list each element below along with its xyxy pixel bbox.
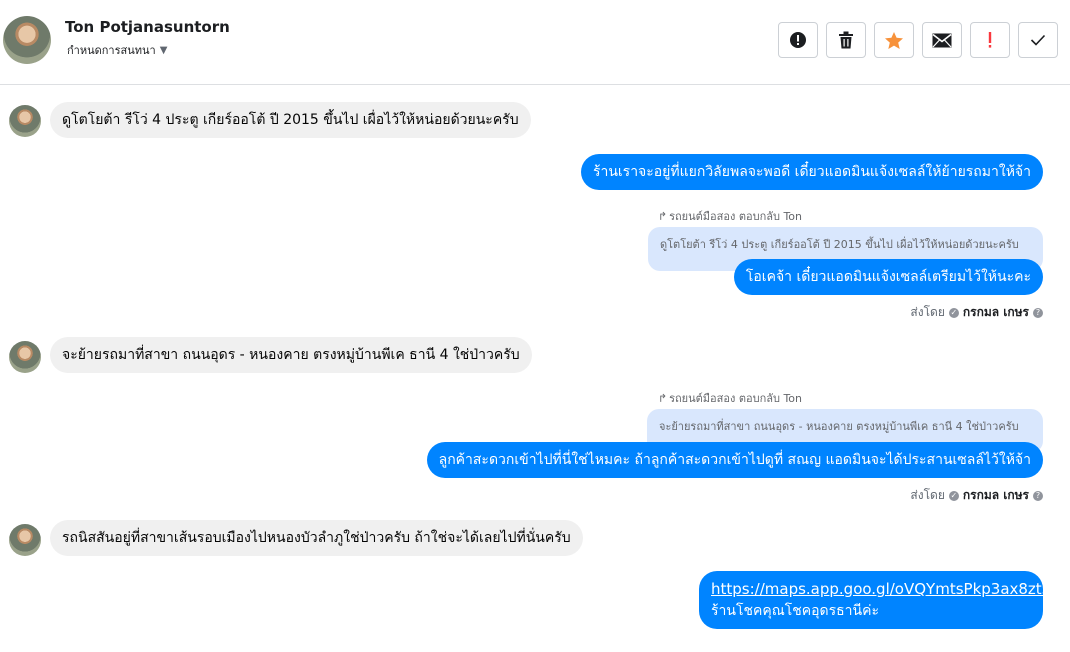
- alert-circle-icon: [790, 32, 806, 48]
- help-icon[interactable]: ?: [1033, 490, 1043, 501]
- reply-indicator: ↱ รถยนต์มือสอง ตอบกลับ Ton: [658, 389, 802, 407]
- star-button[interactable]: [874, 22, 914, 58]
- help-icon[interactable]: ?: [1033, 307, 1043, 318]
- exclamation-icon: [988, 32, 992, 48]
- sender-name[interactable]: กรกมล เกษร: [963, 303, 1029, 322]
- reply-label-text: รถยนต์มือสอง ตอบกลับ Ton: [669, 392, 802, 405]
- sent-by-info: ส่งโดย ✓ กรกมล เกษร ?: [910, 486, 1043, 505]
- verified-icon: ✓: [948, 490, 959, 501]
- done-button[interactable]: [1018, 22, 1058, 58]
- map-link[interactable]: https://maps.app.goo.gl/oVQYmtsPkp3ax8zt…: [711, 580, 1051, 598]
- star-icon: [885, 31, 903, 49]
- assign-label: กำหนดการสนทนา: [67, 44, 156, 57]
- incoming-message[interactable]: ดูโตโยต้า รีโว่ 4 ประตู เกียร์ออโต้ ปี 2…: [50, 102, 531, 138]
- sender-name[interactable]: กรกมล เกษร: [963, 486, 1029, 505]
- sent-by-info: ส่งโดย ✓ กรกมล เกษร ?: [910, 303, 1043, 322]
- contact-avatar-small[interactable]: [9, 341, 41, 373]
- spam-alert-button[interactable]: [778, 22, 818, 58]
- conversation-toolbar: [778, 22, 1058, 58]
- reply-label-text: รถยนต์มือสอง ตอบกลับ Ton: [669, 210, 802, 223]
- verified-icon: ✓: [948, 307, 959, 318]
- delete-button[interactable]: [826, 22, 866, 58]
- caret-down-icon: ▼: [159, 44, 168, 56]
- trash-icon: [839, 31, 853, 49]
- contact-avatar[interactable]: [3, 16, 51, 64]
- sent-by-label: ส่งโดย: [910, 305, 945, 319]
- check-icon: [1030, 34, 1046, 46]
- envelope-icon: [932, 33, 952, 47]
- contact-avatar-small[interactable]: [9, 105, 41, 137]
- reply-arrow-icon: ↱: [657, 209, 668, 223]
- assign-conversation-dropdown[interactable]: กำหนดการสนทนา ▼: [67, 41, 167, 59]
- outgoing-message[interactable]: โอเคจ้า เดี๋ยวแอดมินแจ้งเซลล์เตรียมไว้ให…: [733, 259, 1043, 295]
- outgoing-link-message[interactable]: https://maps.app.goo.gl/oVQYmtsPkp3ax8zt…: [699, 571, 1051, 629]
- incoming-message[interactable]: รถนิสสันอยู่ที่สาขาเส้นรอบเมืองไปหนองบัว…: [50, 520, 583, 556]
- contact-avatar-small[interactable]: [9, 524, 41, 556]
- link-caption: ร้านโชคคุณโชคอุดรธานีค่ะ: [711, 603, 879, 619]
- follow-up-button[interactable]: [970, 22, 1010, 58]
- conversation-header: Ton Potjanasuntorn กำหนดการสนทนา ▼: [0, 0, 1070, 85]
- contact-name[interactable]: Ton Potjanasuntorn: [65, 18, 230, 36]
- outgoing-message[interactable]: ร้านเราจะอยู่ที่แยกวิลัยพลจะพอดี เดี๋ยวแ…: [580, 154, 1043, 190]
- mark-unread-button[interactable]: [922, 22, 962, 58]
- sent-by-label: ส่งโดย: [910, 488, 945, 502]
- reply-arrow-icon: ↱: [657, 391, 668, 405]
- reply-indicator: ↱ รถยนต์มือสอง ตอบกลับ Ton: [658, 207, 802, 225]
- incoming-message[interactable]: จะย้ายรถมาที่สาขา ถนนอุดร - หนองคาย ตรงห…: [50, 337, 532, 373]
- outgoing-message[interactable]: ลูกค้าสะดวกเข้าไปที่นี่ใช่ไหมคะ ถ้าลูกค้…: [426, 442, 1043, 478]
